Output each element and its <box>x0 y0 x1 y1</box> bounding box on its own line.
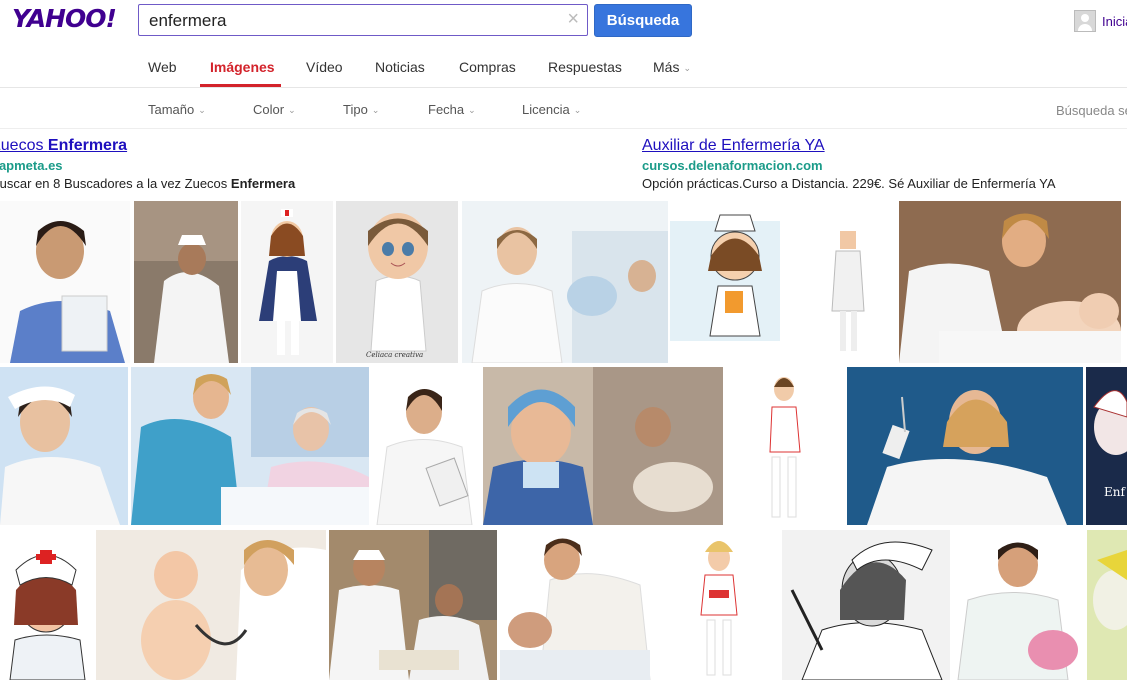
image-result[interactable] <box>462 201 668 363</box>
signin-link[interactable]: Inicia <box>1102 14 1127 29</box>
image-result[interactable] <box>670 201 895 363</box>
image-result[interactable] <box>0 201 130 363</box>
image-caption: Enf <box>1104 485 1125 499</box>
ad-title-link[interactable]: Auxiliar de Enfermería YA <box>642 137 825 155</box>
chevron-down-icon: ⌄ <box>683 63 691 73</box>
image-result[interactable] <box>899 201 1121 363</box>
ad-description: Buscar en 8 Buscadores a la vez Zuecos E… <box>0 176 295 191</box>
yahoo-logo[interactable]: YAHOO! <box>12 4 117 33</box>
image-result[interactable] <box>372 367 479 525</box>
tab-web[interactable]: Web <box>148 59 177 75</box>
search-box[interactable]: × <box>138 4 588 36</box>
filter-license[interactable]: Licencia ⌄ <box>522 102 581 117</box>
ad-desc-part: Buscar en 8 Buscadores a la vez Zuecos <box>0 176 231 191</box>
filter-color[interactable]: Color ⌄ <box>253 102 296 117</box>
user-avatar-icon[interactable] <box>1074 10 1096 32</box>
chevron-down-icon: ⌄ <box>198 105 206 115</box>
ad-title-link[interactable]: Zuecos Enfermera <box>0 137 127 155</box>
image-caption: Celiaca creativa <box>366 351 424 359</box>
filter-size[interactable]: Tamaño ⌄ <box>148 102 206 117</box>
image-result[interactable] <box>659 530 779 680</box>
image-result[interactable] <box>483 367 723 525</box>
ad-url[interactable]: Zapmeta.es <box>0 158 63 173</box>
filter-type-label: Tipo <box>343 102 368 117</box>
divider <box>0 87 1127 88</box>
filter-size-label: Tamaño <box>148 102 195 117</box>
tab-answers[interactable]: Respuestas <box>548 59 622 75</box>
image-result[interactable]: Enf <box>1086 367 1127 525</box>
ad-desc-keyword: Enfermera <box>230 176 296 191</box>
image-result[interactable] <box>329 530 497 680</box>
image-result[interactable] <box>500 530 656 680</box>
image-result[interactable] <box>134 201 238 363</box>
image-result[interactable] <box>131 367 369 525</box>
divider <box>0 128 1127 129</box>
chevron-down-icon: ⌄ <box>371 105 380 115</box>
tab-video[interactable]: Vídeo <box>306 59 343 75</box>
image-result[interactable] <box>241 201 333 363</box>
image-result[interactable] <box>847 367 1083 525</box>
filter-date[interactable]: Fecha ⌄ <box>428 102 476 117</box>
chevron-down-icon: ⌄ <box>468 105 476 115</box>
image-result[interactable] <box>953 530 1083 680</box>
tab-shopping[interactable]: Compras <box>459 59 516 75</box>
image-result[interactable]: Celiaca creativa <box>336 201 458 363</box>
filter-license-label: Licencia <box>522 102 570 117</box>
ad-url[interactable]: cursos.delenaformacion.com <box>642 158 823 173</box>
image-result[interactable] <box>726 367 842 525</box>
ad-title-keyword: Enfermera <box>47 137 128 154</box>
clear-search-icon[interactable]: × <box>567 8 579 31</box>
chevron-down-icon: ⌄ <box>573 105 582 115</box>
tab-images[interactable]: Imágenes <box>210 59 275 75</box>
image-result[interactable] <box>0 367 128 525</box>
image-result[interactable] <box>0 530 92 680</box>
search-button[interactable]: Búsqueda <box>594 4 692 37</box>
image-result[interactable] <box>96 530 326 680</box>
image-result[interactable] <box>1087 530 1127 680</box>
filter-color-label: Color <box>253 102 285 117</box>
filter-type[interactable]: Tipo ⌄ <box>343 102 379 117</box>
tab-more[interactable]: Más ⌄ <box>653 59 691 75</box>
ad-title-part: Zuecos <box>0 137 44 154</box>
tab-more-label: Más <box>653 59 680 75</box>
ad-description: Opción prácticas.Curso a Distancia. 229€… <box>642 176 1056 191</box>
filter-date-label: Fecha <box>428 102 465 117</box>
safe-search-link[interactable]: Búsqueda se <box>1056 103 1127 118</box>
tab-news[interactable]: Noticias <box>375 59 425 75</box>
search-input[interactable] <box>149 11 549 31</box>
image-result[interactable] <box>782 530 950 680</box>
chevron-down-icon: ⌄ <box>288 105 296 115</box>
